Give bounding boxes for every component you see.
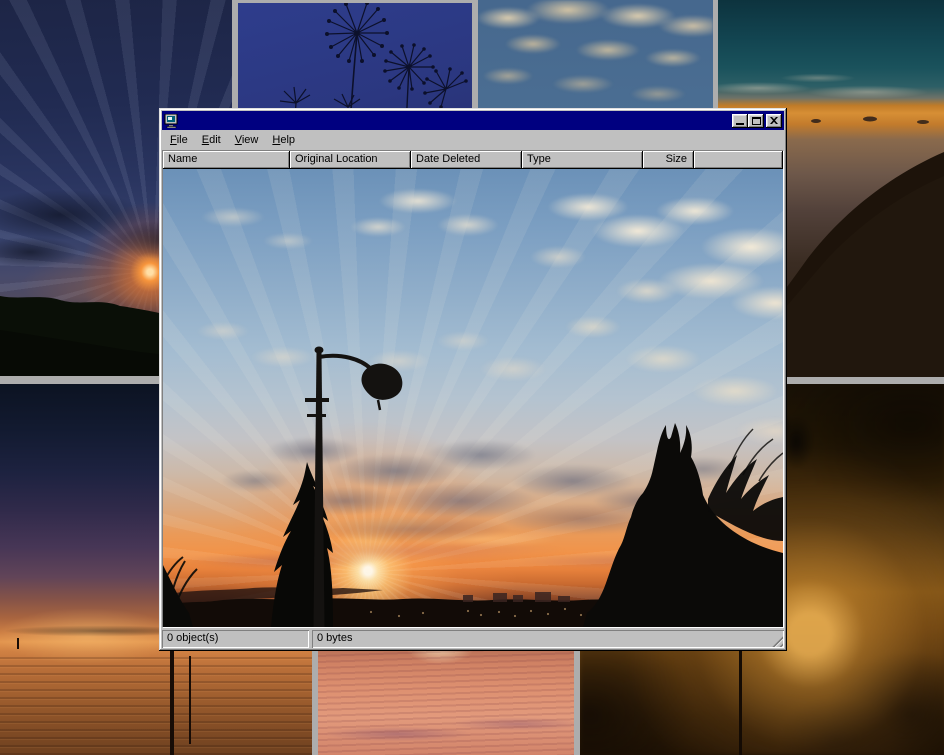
column-header-row: Name Original Location Date Deleted Type… xyxy=(163,151,783,169)
status-object-count: 0 object(s) xyxy=(162,630,309,648)
list-view-client-area: Name Original Location Date Deleted Type… xyxy=(162,150,784,628)
menu-file[interactable]: File xyxy=(163,132,195,149)
menu-help[interactable]: Help xyxy=(265,132,302,149)
photo-silhouettes xyxy=(163,169,783,627)
column-header-type[interactable]: Type xyxy=(522,151,643,169)
list-view-background-photo[interactable] xyxy=(163,169,783,627)
close-icon xyxy=(770,117,778,124)
golden-tile-pole-silhouette xyxy=(739,651,742,755)
column-header-name[interactable]: Name xyxy=(163,151,290,169)
minimize-icon xyxy=(736,123,744,125)
menu-bar: File Edit View Help xyxy=(162,130,784,150)
title-bar[interactable] xyxy=(162,111,784,130)
right-trees-silhouette xyxy=(583,423,783,627)
resize-grip-icon[interactable] xyxy=(770,634,783,647)
status-bar: 0 object(s) 0 bytes xyxy=(162,628,784,648)
column-header-filler xyxy=(694,151,783,169)
status-bytes-text: 0 bytes xyxy=(317,632,352,644)
close-button[interactable] xyxy=(766,114,782,128)
desktop-wallpaper-collage: File Edit View Help Name Original Locati… xyxy=(0,0,944,755)
column-header-date-deleted[interactable]: Date Deleted xyxy=(411,151,522,169)
maximize-icon xyxy=(752,117,761,125)
recycle-bin-window: File Edit View Help Name Original Locati… xyxy=(159,108,787,651)
menu-view[interactable]: View xyxy=(228,132,266,149)
lagoon-pole-silhouette xyxy=(170,648,174,755)
maximize-button[interactable] xyxy=(748,114,764,128)
column-header-size[interactable]: Size xyxy=(643,151,694,169)
street-lamp-silhouette xyxy=(305,347,402,628)
minimize-button[interactable] xyxy=(732,114,748,128)
menu-edit[interactable]: Edit xyxy=(195,132,228,149)
computer-icon[interactable] xyxy=(164,114,179,128)
column-header-original-location[interactable]: Original Location xyxy=(290,151,411,169)
status-byte-count: 0 bytes xyxy=(312,630,784,648)
